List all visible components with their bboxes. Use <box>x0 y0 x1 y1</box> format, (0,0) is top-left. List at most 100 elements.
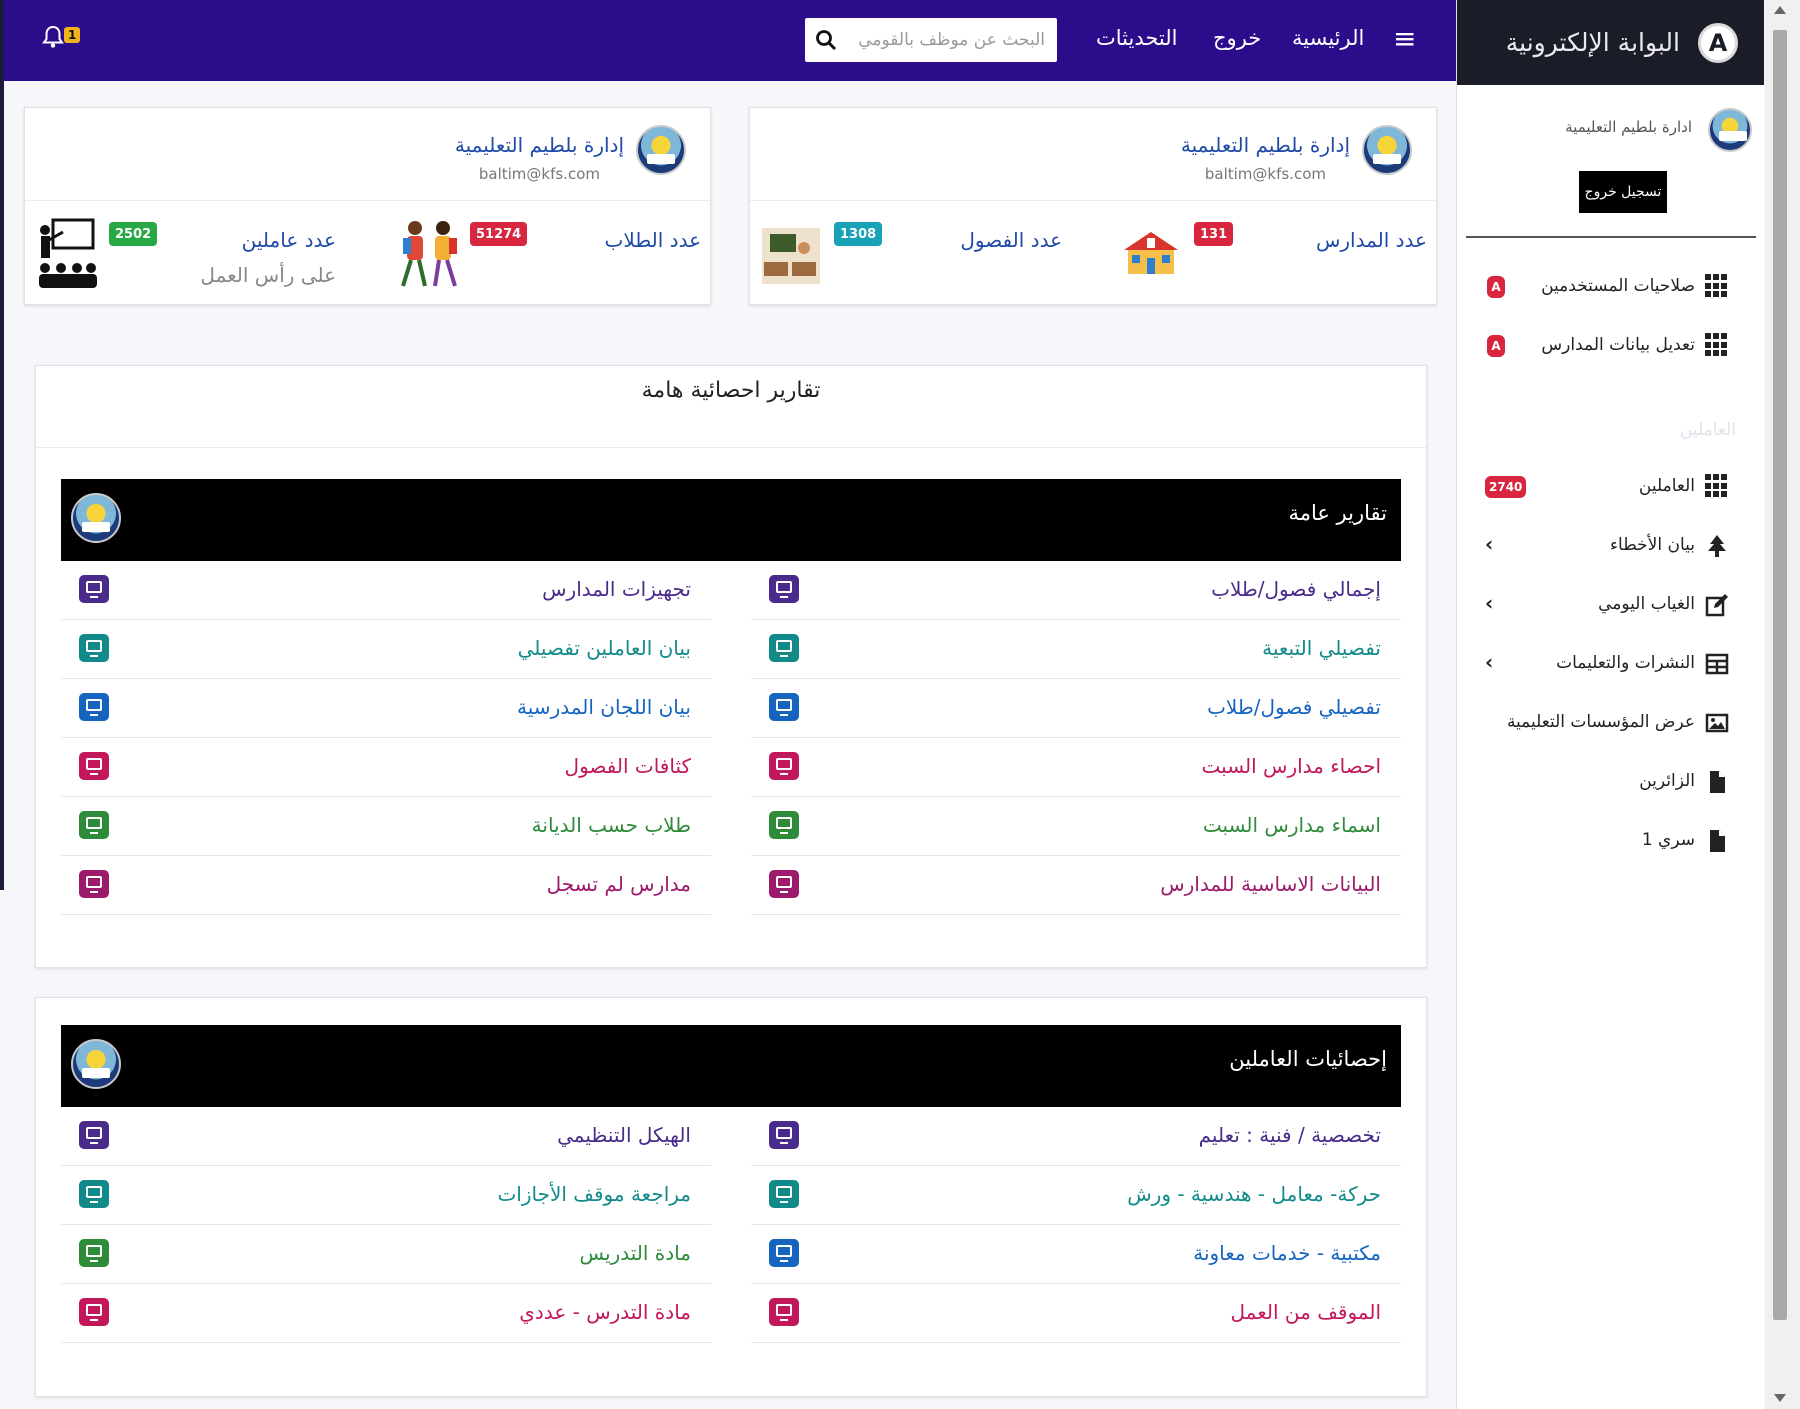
report-row[interactable]: حركة- معامل - هندسية - ورش <box>751 1166 1401 1225</box>
monitor-icon[interactable] <box>79 811 109 839</box>
monitor-icon[interactable] <box>769 1239 799 1267</box>
report-link[interactable]: حركة- معامل - هندسية - ورش <box>1127 1182 1381 1206</box>
report-row[interactable]: طلاب حسب الديانة <box>61 797 711 856</box>
avatar <box>1362 125 1412 175</box>
report-link[interactable]: اسماء مدارس السبت <box>1203 813 1381 837</box>
monitor-icon[interactable] <box>79 1180 109 1208</box>
monitor-icon[interactable] <box>79 1121 109 1149</box>
sidebar-item-visitors[interactable]: الزائرين <box>1457 762 1765 802</box>
report-link[interactable]: مدارس لم تسجل <box>547 872 691 896</box>
nav-link-updates[interactable]: التحديثات <box>1096 26 1178 50</box>
report-link[interactable]: مادة التدريس <box>580 1241 691 1265</box>
monitor-icon[interactable] <box>769 1298 799 1326</box>
monitor-icon[interactable] <box>79 1298 109 1326</box>
sidebar-item-label: عرض المؤسسات التعليمية <box>1506 712 1695 732</box>
report-row[interactable]: الموقف من العمل <box>751 1284 1401 1343</box>
report-row[interactable]: كثافات الفصول <box>61 738 711 797</box>
staff-stats-header: إحصائيات العاملين <box>61 1025 1401 1107</box>
user-name: ادارة بلطيم التعليمية <box>1565 118 1692 136</box>
report-row[interactable]: مادة التدريس <box>61 1225 711 1284</box>
report-row[interactable]: اسماء مدارس السبت <box>751 797 1401 856</box>
app-brand[interactable]: البوابة الإلكترونية <box>1506 28 1680 57</box>
general-reports-title: تقارير عامة <box>1288 501 1387 525</box>
chevron-left-icon: ‹ <box>1485 532 1494 556</box>
report-link[interactable]: كثافات الفصول <box>565 754 691 778</box>
sidebar-item-user-permissions[interactable]: صلاحيات المستخدمين A <box>1457 267 1765 307</box>
monitor-icon[interactable] <box>79 752 109 780</box>
report-link[interactable]: تفصيلي التبعية <box>1262 636 1381 660</box>
report-link[interactable]: بيان اللجان المدرسية <box>517 695 691 719</box>
monitor-icon[interactable] <box>79 693 109 721</box>
report-link[interactable]: احصاء مدارس السبت <box>1202 754 1381 778</box>
report-link[interactable]: طلاب حسب الديانة <box>532 813 691 837</box>
report-row[interactable]: تخصصية / فنية : تعليم <box>751 1107 1401 1166</box>
report-link[interactable]: مكتبية - خدمات معاونة <box>1193 1241 1381 1265</box>
divider <box>1466 236 1756 238</box>
monitor-icon[interactable] <box>79 634 109 662</box>
report-link[interactable]: مادة التدرس - عددي <box>519 1300 691 1324</box>
nav-link-logout[interactable]: خروج <box>1213 26 1261 50</box>
scroll-down-icon[interactable] <box>1774 1394 1786 1402</box>
report-link[interactable]: تجهيزات المدارس <box>542 577 691 601</box>
report-link[interactable]: إجمالي فصول/طلاب <box>1211 577 1381 601</box>
report-row[interactable]: إجمالي فصول/طلاب <box>751 561 1401 620</box>
stat-sub-staff: على رأس العمل <box>200 263 336 287</box>
report-link[interactable]: بيان العاملين تفصيلي <box>518 636 691 660</box>
report-row[interactable]: مدارس لم تسجل <box>61 856 711 915</box>
report-row[interactable]: مراجعة موقف الأجازات <box>61 1166 711 1225</box>
sidebar-item-errors[interactable]: بيان الأخطاء ‹ <box>1457 526 1765 566</box>
report-row[interactable]: احصاء مدارس السبت <box>751 738 1401 797</box>
report-link[interactable]: مراجعة موقف الأجازات <box>497 1182 691 1206</box>
logout-button[interactable]: تسجيل خروج <box>1579 171 1667 213</box>
monitor-icon[interactable] <box>79 870 109 898</box>
monitor-icon[interactable] <box>79 1239 109 1267</box>
report-row[interactable]: بيان اللجان المدرسية <box>61 679 711 738</box>
report-row[interactable]: مادة التدرس - عددي <box>61 1284 711 1343</box>
report-link[interactable]: تخصصية / فنية : تعليم <box>1199 1123 1381 1147</box>
card-title: إدارة بلطيم التعليمية <box>454 133 624 157</box>
sidebar-item-staff[interactable]: العاملين 2740 <box>1457 467 1765 507</box>
edit-icon <box>1705 594 1728 617</box>
nav-link-home[interactable]: الرئيسية <box>1292 26 1364 50</box>
report-row[interactable]: البيانات الاساسية للمدارس <box>751 856 1401 915</box>
monitor-icon[interactable] <box>769 634 799 662</box>
avatar <box>71 1039 121 1089</box>
report-row[interactable]: تفصيلي فصول/طلاب <box>751 679 1401 738</box>
reports-panel-title: تقارير احصائية هامة <box>641 378 821 403</box>
monitor-icon[interactable] <box>769 811 799 839</box>
monitor-icon[interactable] <box>769 752 799 780</box>
file-icon <box>1710 830 1725 852</box>
monitor-icon[interactable] <box>79 575 109 603</box>
report-row[interactable]: مكتبية - خدمات معاونة <box>751 1225 1401 1284</box>
monitor-icon[interactable] <box>769 870 799 898</box>
sidebar-item-label: الزائرين <box>1639 771 1695 791</box>
sidebar-item-bulletins[interactable]: النشرات والتعليمات ‹ <box>1457 644 1765 684</box>
sidebar-item-institutions[interactable]: عرض المؤسسات التعليمية <box>1457 703 1765 743</box>
sidebar-item-daily-absence[interactable]: الغياب اليومي ‹ <box>1457 585 1765 625</box>
sidebar-item-label: تعديل بيانات المدارس <box>1541 335 1695 355</box>
monitor-icon[interactable] <box>769 575 799 603</box>
search-icon[interactable] <box>815 29 837 51</box>
notifications-count: 1 <box>64 27 81 43</box>
report-link[interactable]: الهيكل التنظيمي <box>557 1123 691 1147</box>
notifications-button[interactable]: 1 <box>42 25 81 55</box>
report-link[interactable]: الموقف من العمل <box>1231 1300 1381 1324</box>
report-link[interactable]: البيانات الاساسية للمدارس <box>1160 872 1381 896</box>
hamburger-icon[interactable]: ≡ <box>1393 22 1416 55</box>
monitor-icon[interactable] <box>769 1121 799 1149</box>
page-scrollbar[interactable] <box>1765 0 1800 1409</box>
report-row[interactable]: تجهيزات المدارس <box>61 561 711 620</box>
monitor-icon[interactable] <box>769 693 799 721</box>
card-email: baltim@kfs.com <box>1204 165 1326 183</box>
sidebar-item-secret[interactable]: سري 1 <box>1457 821 1765 861</box>
table-icon <box>1705 653 1729 675</box>
sidebar-item-edit-schools[interactable]: تعديل بيانات المدارس A <box>1457 326 1765 366</box>
report-link[interactable]: تفصيلي فصول/طلاب <box>1207 695 1381 719</box>
search-input[interactable] <box>847 18 1051 62</box>
scroll-up-icon[interactable] <box>1774 6 1786 14</box>
monitor-icon[interactable] <box>769 1180 799 1208</box>
report-row[interactable]: الهيكل التنظيمي <box>61 1107 711 1166</box>
scrollbar-thumb[interactable] <box>1773 30 1787 1320</box>
report-row[interactable]: تفصيلي التبعية <box>751 620 1401 679</box>
report-row[interactable]: بيان العاملين تفصيلي <box>61 620 711 679</box>
